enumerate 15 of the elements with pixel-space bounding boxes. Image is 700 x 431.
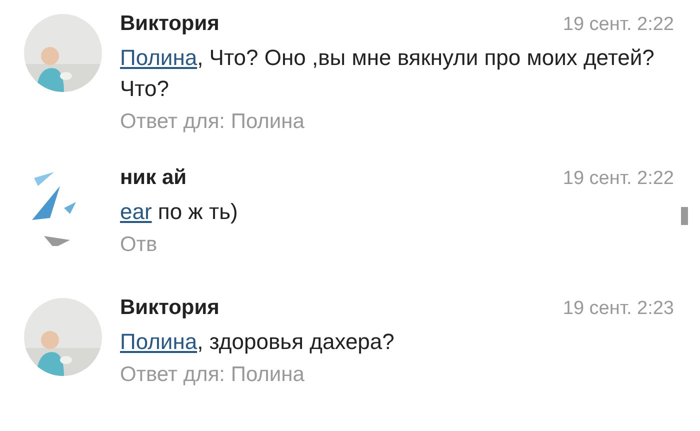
comment-date: 19 сент. 2:22 <box>562 14 674 36</box>
comment-text: ear по ж ть) <box>120 198 239 226</box>
author-name: Виктория <box>120 12 220 36</box>
mention-link[interactable]: Полина <box>120 329 198 354</box>
reply-label: Ответ для: Полина <box>120 110 306 134</box>
reply-label: Отв <box>120 233 158 258</box>
comment-text: Полина, здоровья дахера? <box>120 328 396 356</box>
reply-label: Ответ для: Полина <box>120 363 306 388</box>
comment-text: Полина, Что? Оно ,вы мне вякнули про моих детей? Что? <box>120 44 656 103</box>
mention-link[interactable]: Полина <box>120 45 198 70</box>
author-name: Виктория <box>120 296 220 320</box>
comment-date: 19 сент. 2:22 <box>562 168 674 190</box>
author-name: ник ай <box>120 166 187 190</box>
comment-date: 19 сент. 2:23 <box>562 298 674 320</box>
scrollbar <box>681 207 688 225</box>
